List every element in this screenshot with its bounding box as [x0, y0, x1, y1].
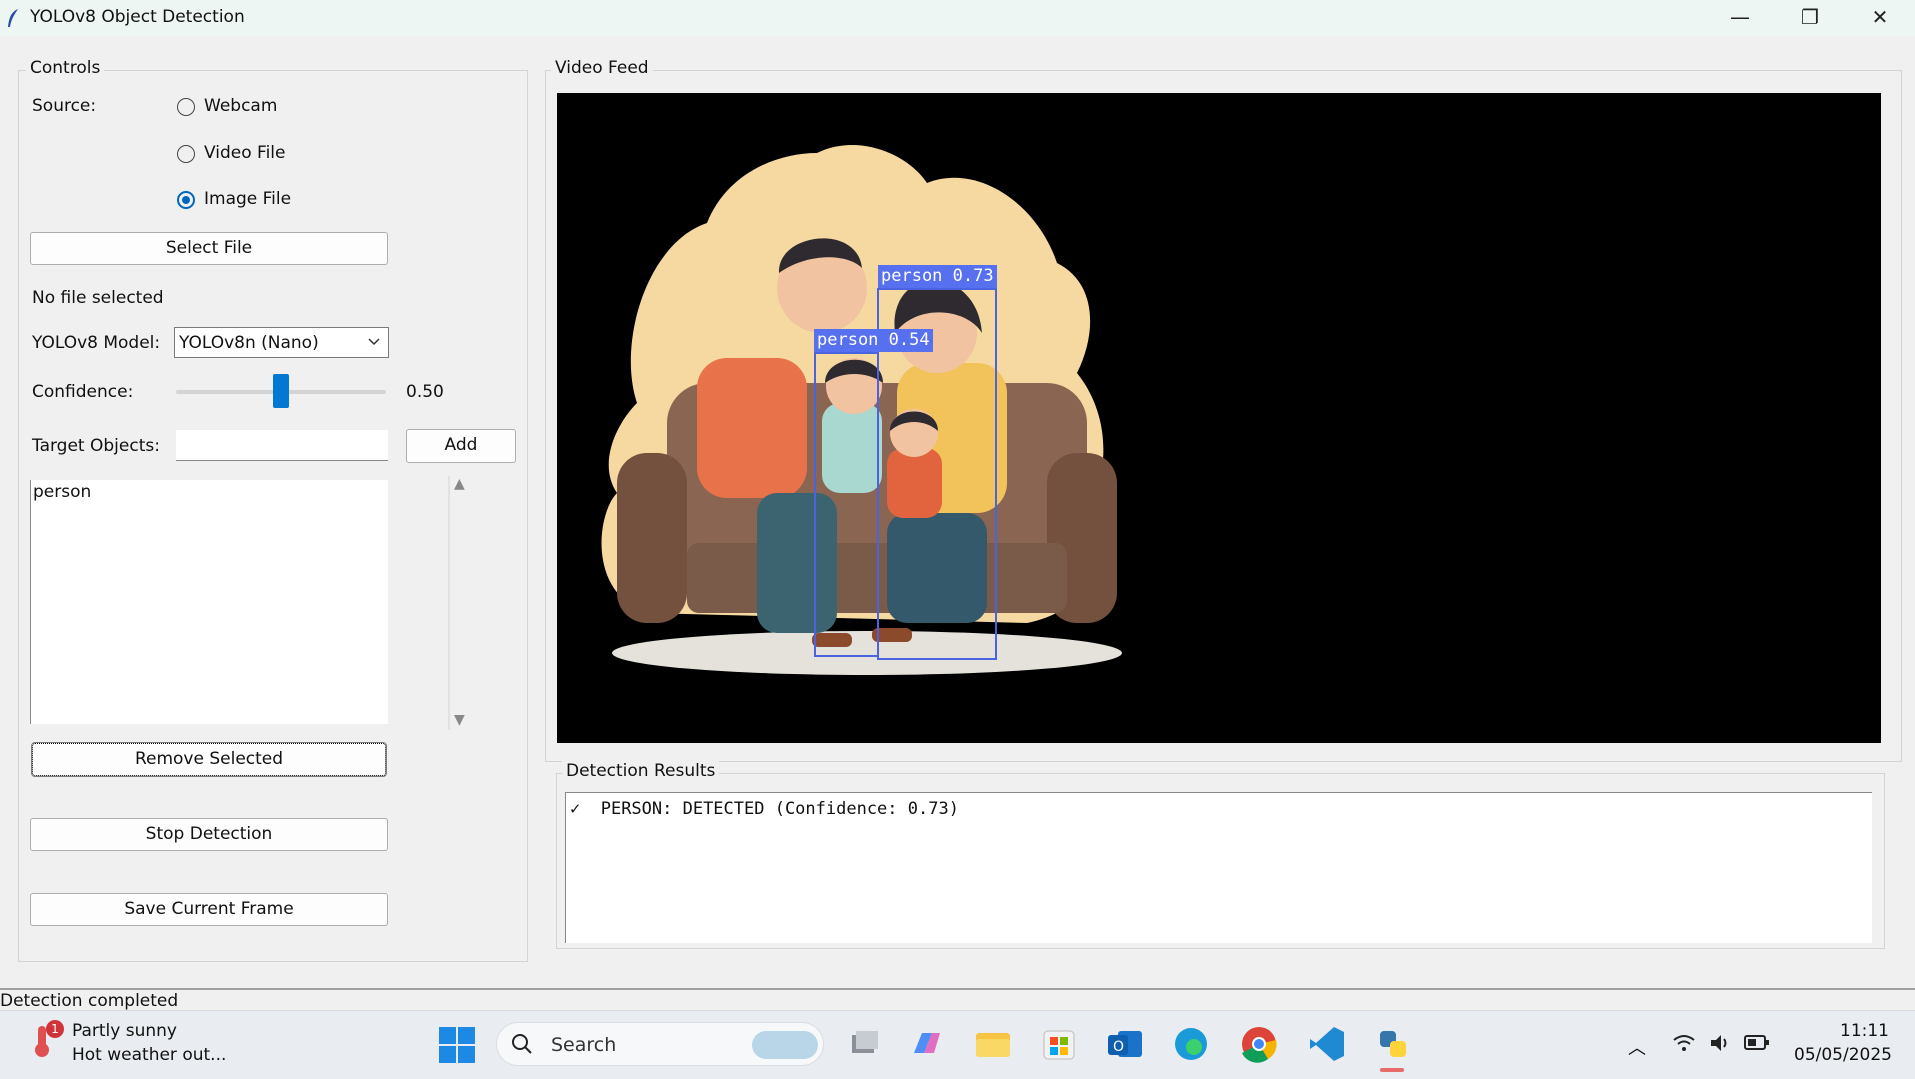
detection-label-1: person 0.73: [878, 265, 997, 288]
radio-video-file-label: Video File: [204, 143, 286, 163]
controls-group-label: Controls: [26, 58, 105, 78]
select-file-button[interactable]: Select File: [30, 232, 388, 265]
target-objects-label: Target Objects:: [32, 436, 160, 456]
copilot-icon[interactable]: [906, 1023, 948, 1065]
outlook-icon[interactable]: O: [1104, 1023, 1146, 1065]
result-line: ✓ PERSON: DETECTED (Confidence: 0.73): [566, 793, 1872, 819]
radio-image-file-indicator[interactable]: [177, 191, 195, 209]
scroll-up-icon[interactable]: ▲: [454, 476, 465, 492]
save-frame-button[interactable]: Save Current Frame: [30, 893, 388, 926]
status-text: Detection completed: [0, 991, 179, 1010]
stop-detection-button[interactable]: Stop Detection: [30, 818, 388, 851]
detection-label-2: person 0.54: [814, 329, 933, 352]
battery-icon[interactable]: [1744, 1034, 1770, 1057]
file-status: No file selected: [32, 288, 164, 308]
chrome-icon[interactable]: [1238, 1023, 1280, 1065]
detection-results-label: Detection Results: [562, 761, 720, 781]
search-icon: [511, 1033, 533, 1060]
task-view-icon[interactable]: [842, 1023, 884, 1065]
video-canvas: person 0.73 person 0.54: [557, 93, 1881, 743]
close-button[interactable]: ✕: [1845, 0, 1915, 36]
add-button[interactable]: Add: [406, 429, 516, 463]
weather-subtitle[interactable]: Hot weather out...: [72, 1045, 226, 1065]
svg-text:O: O: [1113, 1039, 1124, 1055]
search-highlight-icon: [752, 1031, 818, 1059]
remove-selected-button[interactable]: Remove Selected: [31, 742, 387, 777]
results-text-area[interactable]: ✓ PERSON: DETECTED (Confidence: 0.73): [565, 792, 1872, 943]
status-bar: Detection completed: [0, 990, 1915, 1010]
target-object-input[interactable]: [176, 430, 388, 461]
confidence-value: 0.50: [406, 382, 444, 402]
minimize-button[interactable]: —: [1705, 0, 1775, 36]
chevron-up-icon[interactable]: ︿: [1628, 1034, 1646, 1060]
store-icon[interactable]: [1038, 1023, 1080, 1065]
result-text: PERSON: DETECTED (Confidence: 0.73): [600, 799, 959, 819]
confidence-label: Confidence:: [32, 382, 134, 402]
weather-icon[interactable]: 1: [24, 1020, 64, 1060]
list-item[interactable]: person: [31, 480, 388, 504]
clock-time[interactable]: 11:11: [1840, 1021, 1889, 1041]
taskbar-search[interactable]: Search: [496, 1022, 824, 1066]
confidence-slider-thumb[interactable]: [273, 374, 289, 408]
clock-date[interactable]: 05/05/2025: [1794, 1045, 1892, 1065]
radio-webcam-label: Webcam: [204, 96, 278, 116]
checkmark-icon: ✓: [570, 799, 601, 819]
source-label: Source:: [32, 96, 97, 116]
active-app-indicator: [1380, 1068, 1404, 1072]
search-placeholder: Search: [551, 1034, 617, 1056]
file-explorer-icon[interactable]: [972, 1023, 1014, 1065]
title-bar: YOLOv8 Object Detection — ❐ ✕: [0, 0, 1915, 36]
model-select-value: YOLOv8n (Nano): [179, 333, 319, 353]
scroll-down-icon[interactable]: ▼: [454, 712, 465, 728]
target-objects-list[interactable]: person: [30, 480, 388, 724]
model-select[interactable]: YOLOv8n (Nano): [174, 327, 389, 358]
detection-box-2: [814, 352, 879, 657]
python-icon[interactable]: [1372, 1023, 1414, 1065]
video-feed-label: Video Feed: [551, 58, 653, 78]
maximize-button[interactable]: ❐: [1775, 0, 1845, 36]
radio-webcam-indicator[interactable]: [177, 98, 195, 116]
video-frame-illustration: [601, 144, 1122, 675]
model-label: YOLOv8 Model:: [32, 333, 161, 353]
volume-icon[interactable]: [1708, 1032, 1732, 1059]
radio-video-file-indicator[interactable]: [177, 145, 195, 163]
start-icon[interactable]: [438, 1026, 476, 1069]
chevron-down-icon[interactable]: [367, 333, 381, 354]
feather-icon: [6, 8, 20, 33]
weather-badge: 1: [46, 1020, 64, 1038]
edge-icon[interactable]: [1170, 1023, 1212, 1065]
radio-image-file-label: Image File: [204, 189, 292, 209]
window-title: YOLOv8 Object Detection: [30, 7, 245, 27]
list-scrollbar[interactable]: [448, 476, 450, 730]
wifi-icon[interactable]: [1672, 1032, 1696, 1059]
weather-title[interactable]: Partly sunny: [72, 1021, 177, 1041]
vscode-icon[interactable]: [1306, 1023, 1348, 1065]
